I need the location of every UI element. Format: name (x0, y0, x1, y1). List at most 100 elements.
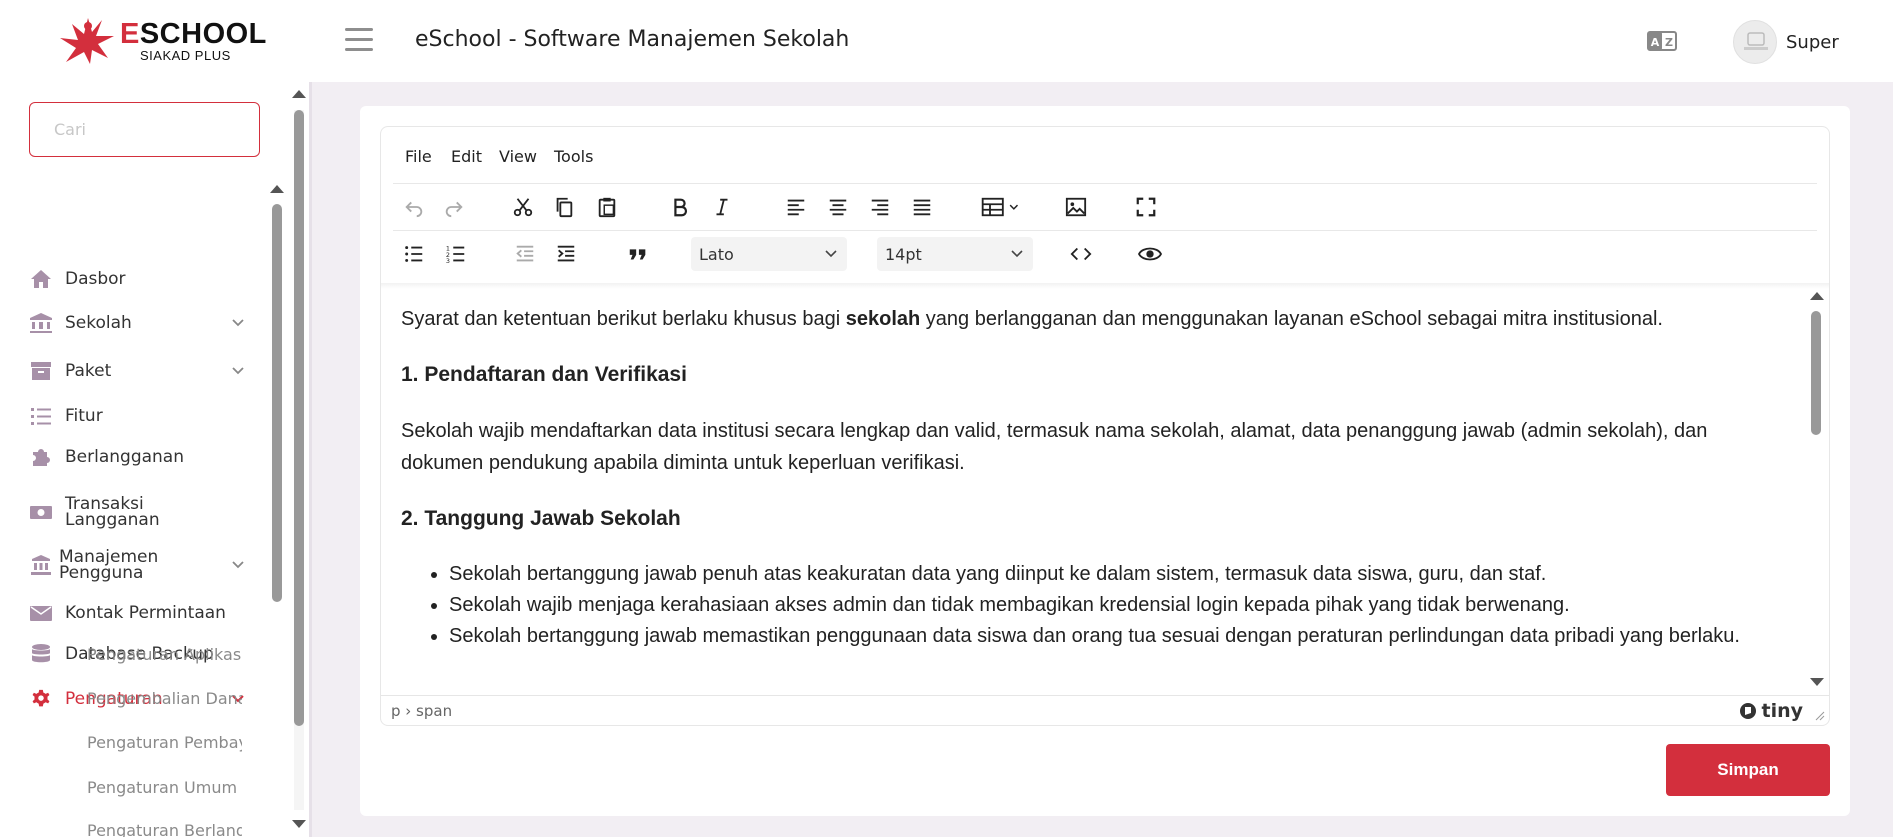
section-heading-2: 2. Tanggung Jawab Sekolah (401, 507, 681, 530)
copy-icon[interactable] (547, 190, 581, 224)
sidebar-item-label: Fitur (65, 406, 103, 426)
subnav-pengaturan-aplikasi[interactable]: Pengaturan Aplikasi (87, 645, 242, 664)
bullet-list-icon[interactable] (397, 237, 431, 271)
main-card: File Edit View Tools 123 Lato 14pt Syara… (360, 106, 1850, 816)
menu-file[interactable]: File (405, 147, 432, 166)
sidebar-item-label: Dasbor (65, 269, 126, 289)
list-item: Sekolah bertanggung jawab memastikan pen… (449, 621, 1786, 652)
align-justify-icon[interactable] (905, 190, 939, 224)
italic-icon[interactable] (705, 190, 739, 224)
section-paragraph-1: Sekolah wajib mendaftarkan data institus… (401, 420, 1708, 474)
align-center-icon[interactable] (821, 190, 855, 224)
hamburger-icon[interactable] (345, 28, 373, 52)
menu-tools[interactable]: Tools (554, 147, 593, 166)
subnav-pengaturan-pembayaran[interactable]: Pengaturan Pembayaran (87, 733, 242, 752)
puzzle-icon (29, 446, 53, 468)
sidebar-item-paket[interactable]: Paket (29, 360, 244, 382)
logo-figure-icon (60, 18, 114, 64)
sidebar-scrollbar[interactable] (294, 110, 304, 726)
chevron-down-icon (232, 367, 244, 375)
toolbar-divider (393, 183, 1817, 184)
gear-icon (29, 688, 53, 710)
source-code-icon[interactable] (1064, 237, 1098, 271)
table-icon[interactable] (976, 190, 1026, 224)
save-button[interactable]: Simpan (1666, 744, 1830, 796)
sidebar: Dasbor Sekolah Paket Fitur Berlangganan … (0, 82, 312, 837)
sidebar-item-fitur[interactable]: Fitur (29, 405, 244, 427)
menu-edit[interactable]: Edit (451, 147, 482, 166)
sidebar-item-label: Sekolah (65, 313, 132, 333)
font-size-select[interactable]: 14pt (877, 237, 1033, 271)
nav-scroll-up-icon[interactable] (270, 185, 284, 193)
section-heading-1: 1. Pendaftaran dan Verifikasi (401, 363, 687, 386)
blockquote-icon[interactable] (621, 237, 655, 271)
bold-icon[interactable] (663, 190, 697, 224)
font-size-value: 14pt (885, 244, 922, 264)
indent-icon[interactable] (549, 237, 583, 271)
avatar[interactable] (1733, 20, 1777, 64)
font-family-select[interactable]: Lato (691, 237, 847, 271)
sidebar-item-transaksi-langganan[interactable]: Transaksi Langganan (29, 495, 244, 529)
mail-icon (29, 602, 53, 624)
database-icon (29, 643, 53, 665)
redo-icon[interactable] (437, 190, 471, 224)
numbered-list-icon[interactable]: 123 (439, 237, 473, 271)
undo-icon[interactable] (397, 190, 431, 224)
outdent-icon[interactable] (508, 237, 542, 271)
fullscreen-icon[interactable] (1129, 190, 1163, 224)
list-icon (29, 405, 53, 427)
translate-icon[interactable]: A Z (1647, 31, 1677, 51)
editor-menubar: File Edit View Tools (381, 127, 1829, 183)
subnav-pengaturan-berlangganan[interactable]: Pengaturan Berlangganan (87, 821, 242, 837)
sidebar-item-label: Kontak Permintaan (65, 603, 226, 623)
toolbar-divider (393, 230, 1817, 231)
responsibility-list: Sekolah bertanggung jawab penuh atas kea… (401, 559, 1786, 652)
scroll-down-icon[interactable] (292, 820, 306, 828)
search-input[interactable] (29, 102, 260, 157)
tiny-brand[interactable]: tiny (1739, 700, 1803, 722)
sidebar-item-label: Berlangganan (65, 447, 184, 467)
paste-icon[interactable] (590, 190, 624, 224)
home-icon (29, 268, 53, 290)
logo-subtitle: SIAKAD PLUS (140, 48, 231, 63)
editor-content[interactable]: Syarat dan ketentuan berikut berlaku khu… (381, 289, 1806, 689)
align-right-icon[interactable] (863, 190, 897, 224)
list-item: Sekolah wajib menjaga kerahasiaan akses … (449, 590, 1786, 621)
logo-title: ESCHOOL (120, 18, 267, 50)
rich-text-editor: File Edit View Tools 123 Lato 14pt Syara… (380, 126, 1830, 726)
top-header: ESCHOOL SIAKAD PLUS eSchool - Software M… (0, 0, 1893, 82)
sidebar-item-kontak-permintaan[interactable]: Kontak Permintaan (29, 602, 244, 624)
subnav-pengembalian-dana[interactable]: Pengembalian Dana (87, 689, 242, 708)
menu-view[interactable]: View (499, 147, 537, 166)
cut-icon[interactable] (506, 190, 540, 224)
user-name[interactable]: Super (1786, 32, 1839, 53)
svg-text:Z: Z (1665, 36, 1673, 49)
chevron-down-icon (232, 319, 244, 327)
sidebar-item-manajemen-pengguna[interactable]: Manajemen Pengguna (29, 548, 244, 582)
eschool-logo[interactable]: ESCHOOL SIAKAD PLUS (58, 14, 266, 66)
font-family-value: Lato (699, 244, 734, 264)
editor-scroll-down-icon[interactable] (1810, 678, 1824, 686)
resize-handle-icon[interactable] (1815, 711, 1825, 721)
avatar-placeholder-icon (1744, 32, 1768, 50)
chevron-down-icon (1011, 250, 1023, 258)
sidebar-item-label: Paket (65, 361, 112, 381)
element-path[interactable]: p › span (391, 702, 452, 720)
nav-scrollbar[interactable] (272, 204, 282, 602)
page-title: eSchool - Software Manajemen Sekolah (415, 27, 850, 52)
sidebar-item-label: Transaksi Langganan (65, 494, 160, 530)
bank-icon (29, 312, 53, 334)
tiny-logo-icon (1740, 703, 1757, 719)
editor-scroll-up-icon[interactable] (1810, 292, 1824, 300)
scroll-up-icon[interactable] (292, 90, 306, 98)
preview-eye-icon[interactable] (1133, 237, 1167, 271)
image-icon[interactable] (1059, 190, 1093, 224)
subnav-pengaturan-umum[interactable]: Pengaturan Umum (87, 778, 242, 797)
archive-icon (29, 360, 53, 382)
svg-text:A: A (1651, 36, 1660, 49)
editor-scrollbar[interactable] (1811, 311, 1821, 435)
align-left-icon[interactable] (779, 190, 813, 224)
sidebar-item-dasbor[interactable]: Dasbor (29, 268, 244, 290)
sidebar-item-sekolah[interactable]: Sekolah (29, 312, 244, 334)
sidebar-item-berlangganan[interactable]: Berlangganan (29, 446, 244, 468)
